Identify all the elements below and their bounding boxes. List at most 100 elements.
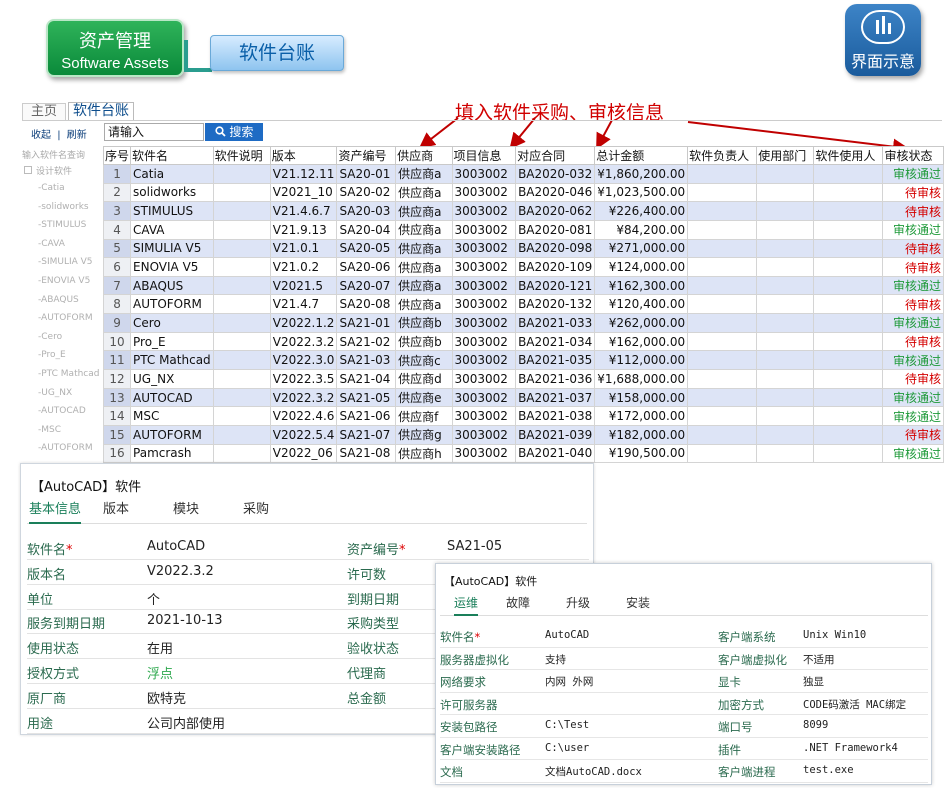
tab-home[interactable]: 主页 (22, 103, 66, 120)
table-row[interactable]: 16 Pamcrash V2022_06 SA21-08 供应商h 3003002 BA20… (102, 443, 944, 464)
field-value[interactable]: 欧特克 (147, 688, 186, 707)
table-row[interactable]: 4 CAVA V21.9.13 SA20-04 供应商a 3003002 BA2020-08… (102, 219, 944, 240)
table-row[interactable]: 15 AUTOFORM V2022.5.4 SA21-07 供应商g 3003002 BA2… (102, 424, 944, 445)
column-header[interactable]: 对应合同 (515, 146, 596, 165)
tree-item[interactable]: -ENOVIA V5 (22, 276, 102, 295)
tree-item[interactable]: -ABAQUS (22, 295, 102, 314)
tree-item[interactable]: -Pro_E (22, 350, 102, 369)
table-cell: SA20-02 (336, 182, 397, 203)
table-cell: 3003002 (451, 350, 517, 371)
table-cell: 3003002 (451, 182, 517, 203)
table-row[interactable]: 10 Pro_E V2022.3.2 SA21-02 供应商b 3003002 BA2021… (102, 331, 944, 352)
field-value[interactable]: 在用 (147, 638, 173, 657)
field-value[interactable]: AutoCAD (545, 629, 589, 641)
column-header[interactable]: 软件负责人 (687, 146, 758, 165)
column-header[interactable]: 软件名 (130, 146, 214, 165)
tree-item[interactable]: -AUTOCAD (22, 406, 102, 425)
field-value[interactable]: 支持 (545, 652, 566, 667)
column-header[interactable]: 资产编号 (336, 146, 397, 165)
tree-item[interactable]: -UG_NX (22, 388, 102, 407)
field-value[interactable]: V2022.3.2 (147, 564, 214, 579)
field-value[interactable]: CODE码激活 MAC绑定 (803, 697, 906, 712)
tree-item[interactable]: -MSC (22, 425, 102, 444)
table-row[interactable]: 1 Catia V21.12.11 SA20-01 供应商a 3003002 BA2020-… (102, 164, 944, 184)
tab-operations[interactable]: 运维 (454, 594, 479, 616)
tree-item[interactable]: -solidworks (22, 202, 102, 221)
tree-item[interactable]: -SIMULIA V5 (22, 257, 102, 276)
column-header[interactable]: 序号 (102, 146, 132, 165)
tree-item[interactable]: -Catia (22, 183, 102, 202)
tree-item[interactable]: -Cero (22, 332, 102, 351)
table-cell (687, 182, 758, 203)
required-mark: * (474, 630, 481, 644)
tree-item[interactable]: -PTC Mathcad (22, 369, 102, 388)
field-value[interactable]: test.exe (803, 764, 854, 776)
table-row[interactable]: 7 ABAQUS V2021.5 SA20-07 供应商a 3003002 BA2020-1… (102, 275, 944, 296)
table-row[interactable]: 14 MSC V2022.4.6 SA21-06 供应商f 3003002 BA2021-0… (102, 406, 944, 426)
field-value[interactable]: 内网 外网 (545, 674, 593, 689)
table-row[interactable]: 12 UG_NX V2022.3.5 SA21-04 供应商d 3003002 BA2021… (102, 369, 944, 389)
refresh-link[interactable]: 刷新 (67, 130, 87, 141)
table-body: 1 Catia V21.12.11 SA20-01 供应商a 3003002 BA2020-… (102, 164, 944, 464)
field-value[interactable]: SA21-05 (447, 539, 502, 554)
field-value[interactable]: Unix Win10 (803, 629, 866, 641)
field-value[interactable]: C:\user (545, 742, 589, 754)
search-input[interactable]: 请输入 (104, 123, 204, 141)
field-label: 单位 (27, 589, 53, 608)
tree-root[interactable]: 设计软件 (22, 164, 102, 183)
field-label: 客户端系统 (718, 630, 776, 644)
field-value[interactable]: AutoCAD (147, 539, 205, 554)
tree-item[interactable]: -STIMULUS (22, 220, 102, 239)
field-value[interactable]: 8099 (803, 719, 828, 731)
field-value[interactable]: 浮点 (147, 663, 173, 682)
tab-upgrade[interactable]: 升级 (566, 594, 590, 616)
field-value[interactable]: 个 (147, 589, 160, 608)
tree-filter-input[interactable]: 输入软件名查询 (22, 148, 102, 164)
collapse-link[interactable]: 收起 (31, 130, 51, 141)
tab-purchase[interactable]: 采购 (243, 500, 269, 524)
tab-module[interactable]: 模块 (173, 500, 199, 524)
table-row[interactable]: 3 STIMULUS V21.4.6.7 SA20-03 供应商a 3003002 BA20… (102, 201, 944, 221)
field-value[interactable]: C:\Test (545, 719, 589, 731)
status-cell: 审核通过 (882, 350, 944, 371)
column-header[interactable]: 软件说明 (212, 146, 271, 165)
table-row[interactable]: 8 AUTOFORM V21.4.7 SA20-08 供应商a 3003002 BA2020… (102, 294, 944, 315)
column-header[interactable]: 审核状态 (882, 146, 944, 165)
tab-fault[interactable]: 故障 (506, 594, 530, 616)
column-header[interactable]: 供应商 (395, 146, 453, 165)
status-cell: 审核通过 (882, 275, 944, 296)
field-label-text: 文档 (440, 765, 463, 779)
field-value[interactable]: 公司内部使用 (147, 713, 225, 732)
tab-version[interactable]: 版本 (103, 500, 129, 524)
field-value[interactable]: 文档AutoCAD.docx (545, 764, 642, 779)
table-cell (813, 257, 884, 277)
table-cell (212, 201, 271, 221)
tab-basic-info[interactable]: 基本信息 (29, 500, 82, 524)
tab-software-ledger[interactable]: 软件台账 (68, 102, 134, 120)
column-header[interactable]: 版本 (269, 146, 338, 165)
table-row[interactable]: 6 ENOVIA V5 V21.0.2 SA20-06 供应商a 3003002 BA202… (102, 257, 944, 277)
detail-tabs: 运维 故障 升级 安装 (440, 592, 928, 616)
table-row[interactable]: 2 solidworks V2021_10 SA20-02 供应商a 3003002 BA2… (102, 182, 944, 203)
search-button[interactable]: 搜索 (205, 123, 263, 141)
column-header[interactable]: 使用部门 (756, 146, 815, 165)
table-row[interactable]: 5 SIMULIA V5 V21.0.1 SA20-05 供应商a 3003002 BA20… (102, 238, 944, 259)
column-header[interactable]: 项目信息 (451, 146, 517, 165)
table-cell: SA20-08 (336, 294, 397, 315)
field-value[interactable]: .NET Framework4 (803, 742, 898, 754)
table-row[interactable]: 13 AUTOCAD V2022.3.2 SA21-05 供应商e 3003002 BA20… (102, 387, 944, 408)
field-value[interactable]: 2021-10-13 (147, 613, 223, 628)
tree-item[interactable]: -CAVA (22, 239, 102, 258)
tree-item[interactable]: -AUTOFORM (22, 443, 102, 462)
table-row[interactable]: 11 PTC Mathcad V2022.3.0 SA21-03 供应商c 3003002… (102, 350, 944, 371)
field-value[interactable]: 不适用 (803, 652, 835, 667)
field-label: 验收状态 (347, 638, 399, 657)
table-row[interactable]: 9 Cero V2022.1.2 SA21-01 供应商b 3003002 BA2021-0… (102, 313, 944, 333)
checkbox-icon[interactable] (24, 166, 32, 174)
field-value[interactable]: 独显 (803, 674, 824, 689)
tab-install[interactable]: 安装 (626, 594, 650, 616)
table-cell: 8 (102, 294, 132, 315)
tree-item[interactable]: -AUTOFORM (22, 313, 102, 332)
column-header[interactable]: 软件使用人 (813, 146, 884, 165)
column-header[interactable]: 总计金额 (594, 146, 689, 165)
